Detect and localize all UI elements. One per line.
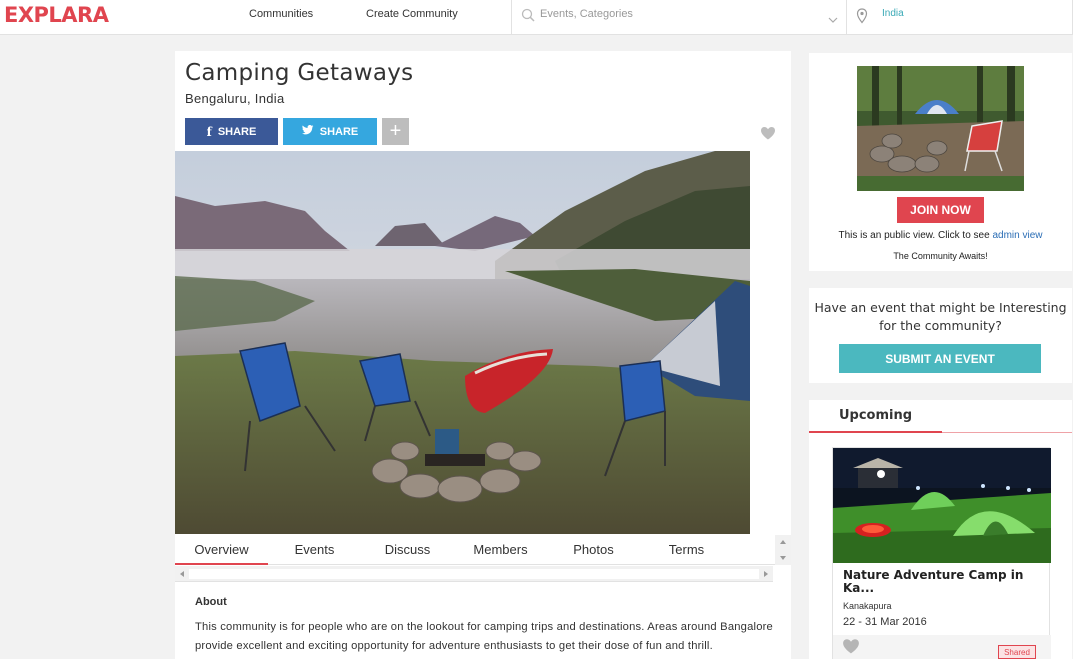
location-selector[interactable]: India (848, 0, 1073, 34)
more-share-button[interactable]: + (382, 118, 409, 145)
facebook-icon: f (206, 124, 212, 139)
event-dates: 22 - 31 Mar 2016 (843, 616, 927, 628)
join-now-button[interactable]: JOIN NOW (897, 197, 984, 223)
community-main-card: Camping Getaways Bengaluru, India f SHAR… (175, 51, 791, 659)
event-title[interactable]: Nature Adventure Camp in Ka... (843, 569, 1043, 595)
tab-overview[interactable]: Overview (175, 535, 268, 565)
logo-text: EXPLARA (4, 3, 109, 27)
nav-communities[interactable]: Communities (249, 8, 313, 20)
twitter-share-label: SHARE (319, 125, 359, 138)
submit-event-card: Have an event that might be Interesting … (809, 288, 1072, 383)
tab-photos[interactable]: Photos (547, 535, 640, 565)
tab-events[interactable]: Events (268, 535, 361, 565)
nav-create-community[interactable]: Create Community (366, 8, 458, 20)
facebook-share-label: SHARE (217, 125, 257, 138)
shared-badge: Shared (998, 645, 1036, 659)
top-navigation-bar: EXPLARA Communities Create Community Eve… (0, 0, 1073, 35)
event-favorite-heart-icon[interactable] (842, 638, 860, 659)
community-cover-image (175, 151, 750, 534)
twitter-icon (301, 125, 314, 138)
about-heading: About (195, 596, 227, 608)
explara-logo[interactable]: EXPLARA (4, 2, 109, 28)
upcoming-events-card: Upcoming Nature Adventure Camp in Ka... (809, 400, 1072, 659)
public-view-note: This is an public view. Click to see adm… (809, 230, 1072, 241)
event-location: Kanakapura (843, 601, 892, 611)
favorite-heart-icon[interactable] (760, 126, 776, 145)
tabs-horizontal-scrollbar[interactable] (175, 566, 773, 582)
submit-event-button[interactable]: SUBMIT AN EVENT (839, 344, 1041, 373)
event-image (833, 448, 1051, 563)
event-prompt-text: Have an event that might be Interesting … (814, 300, 1067, 333)
event-card-footer: Shared (833, 635, 1051, 659)
tabs-vertical-scrollbar[interactable] (775, 535, 791, 565)
search-field[interactable]: Events, Categories (511, 0, 847, 34)
join-community-card: JOIN NOW This is an public view. Click t… (809, 53, 1072, 271)
search-icon (521, 8, 535, 27)
location-pin-icon (856, 8, 868, 29)
community-thumbnail-image (857, 66, 1024, 191)
tab-discuss[interactable]: Discuss (361, 535, 454, 565)
community-tabs: Overview Events Discuss Members Photos T… (175, 535, 775, 565)
event-card[interactable]: Nature Adventure Camp in Ka... Kanakapur… (832, 447, 1051, 659)
public-view-text: This is an public view. Click to see (838, 230, 990, 241)
facebook-share-button[interactable]: f SHARE (185, 118, 278, 145)
tab-members[interactable]: Members (454, 535, 547, 565)
community-location: Bengaluru, India (185, 91, 285, 106)
search-placeholder: Events, Categories (540, 8, 633, 20)
twitter-share-button[interactable]: SHARE (283, 118, 377, 145)
page-title: Camping Getaways (185, 60, 414, 86)
community-awaits-text: The Community Awaits! (893, 251, 988, 261)
about-text: This community is for people who are on … (195, 621, 773, 652)
admin-view-link[interactable]: admin view (992, 230, 1042, 241)
tab-terms[interactable]: Terms (640, 535, 733, 565)
location-text: India (882, 8, 904, 19)
chevron-down-icon[interactable] (828, 11, 838, 29)
upcoming-divider (809, 432, 1072, 433)
tab-upcoming[interactable]: Upcoming (809, 400, 942, 433)
